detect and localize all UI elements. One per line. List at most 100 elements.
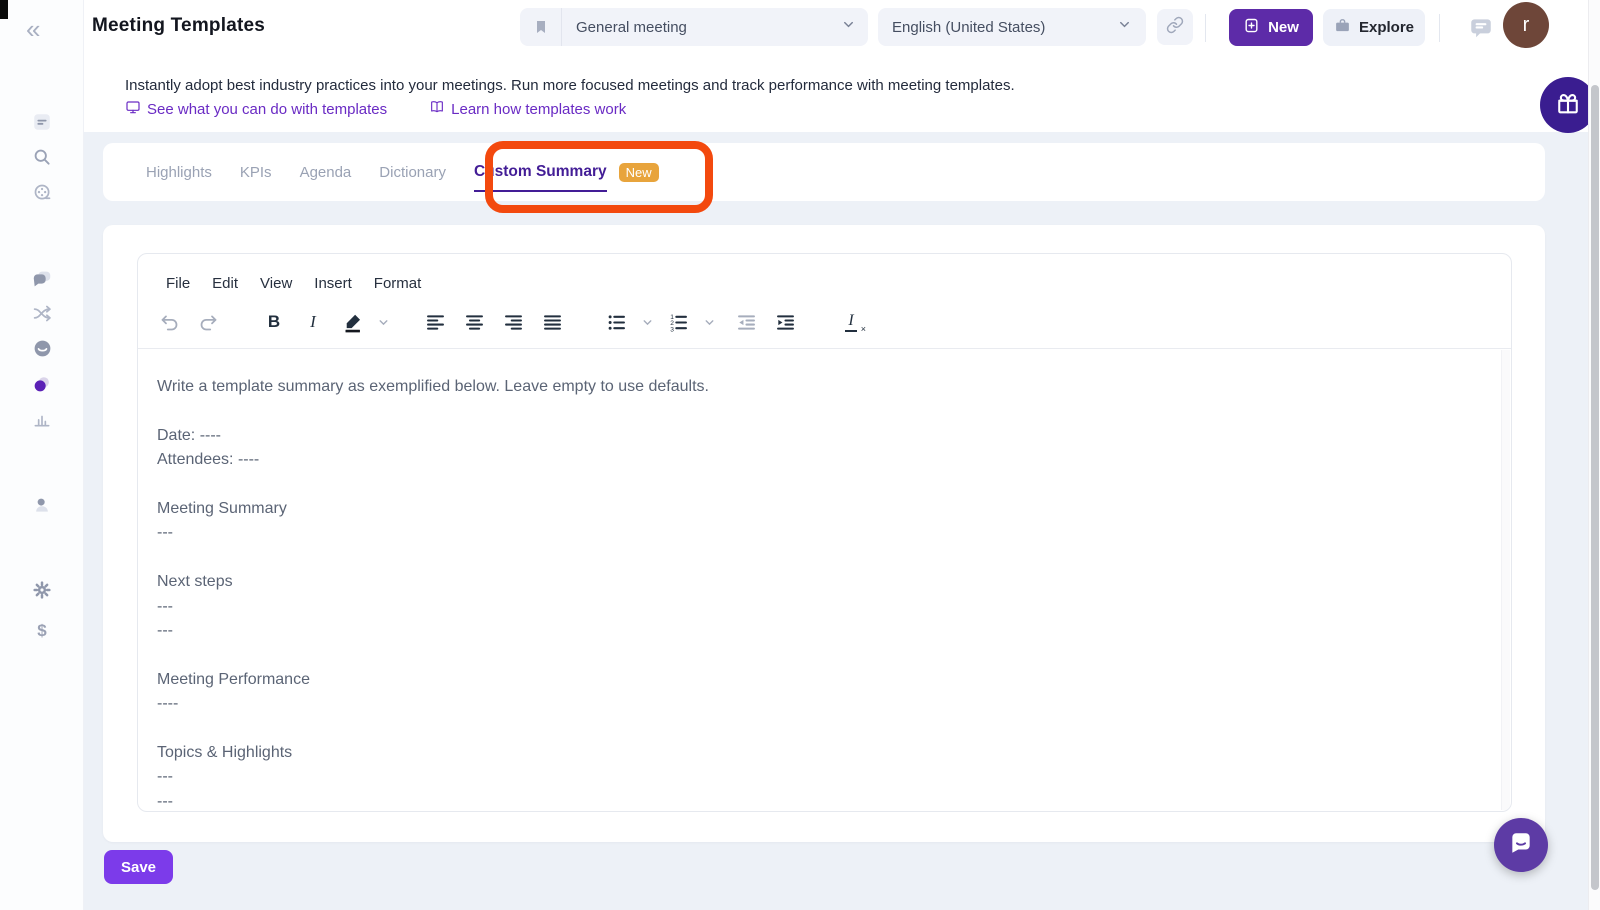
custom-summary-panel: File Edit View Insert Format B I (103, 225, 1545, 842)
menu-view[interactable]: View (249, 271, 303, 296)
numbered-list-menu[interactable] (700, 305, 718, 339)
outdent-button[interactable] (729, 305, 763, 339)
header-divider (1439, 14, 1440, 42)
window-corner (0, 0, 8, 19)
sidebar-item-billing[interactable]: $ (31, 620, 53, 642)
sidebar-item-meetings[interactable] (31, 113, 53, 135)
app-window: « (0, 0, 1600, 910)
user-avatar[interactable]: r (1503, 2, 1549, 48)
bookmark-icon (520, 8, 562, 46)
tab-dictionary[interactable]: Dictionary (379, 164, 446, 181)
save-button[interactable]: Save (104, 850, 173, 884)
sidebar-item-contacts[interactable] (31, 496, 53, 518)
shuffle-icon (32, 303, 53, 329)
header-divider (1205, 14, 1206, 42)
sidebar-item-settings[interactable] (31, 581, 53, 603)
person-icon (32, 495, 52, 520)
support-chat-button[interactable] (1494, 818, 1548, 872)
top-header: Meeting Templates General meeting Englis… (84, 0, 1600, 56)
menu-insert[interactable]: Insert (303, 271, 363, 296)
bullet-list-menu[interactable] (638, 305, 656, 339)
menu-format[interactable]: Format (363, 271, 433, 296)
numbered-list-button[interactable]: 123 (661, 305, 695, 339)
chevron-down-icon (841, 17, 856, 37)
chevron-down-icon (377, 316, 390, 329)
text-color-button[interactable] (335, 305, 369, 339)
link-label: See what you can do with templates (147, 101, 387, 118)
undo-icon (159, 312, 180, 333)
align-center-button[interactable] (457, 305, 491, 339)
sidebar-item-sentiment[interactable] (31, 340, 53, 362)
clear-formatting-icon: I (845, 312, 856, 332)
tab-custom-summary[interactable]: Custom Summary New (474, 163, 659, 182)
editor-line: --- (157, 595, 1491, 619)
collapse-sidebar-icon[interactable]: « (26, 16, 40, 42)
sidebar-item-coaching[interactable] (31, 376, 53, 398)
menu-edit[interactable]: Edit (201, 271, 249, 296)
italic-button[interactable]: I (296, 305, 330, 339)
editor-line: Attendees: ---- (157, 448, 1491, 472)
undo-button[interactable] (152, 305, 186, 339)
briefcase-icon (1334, 17, 1351, 38)
indent-icon (775, 312, 796, 333)
meeting-type-select[interactable]: General meeting (520, 8, 868, 46)
editor-line (157, 546, 1491, 570)
sidebar-item-search[interactable] (31, 148, 53, 170)
sidebar-item-analytics[interactable] (31, 410, 53, 432)
redo-button[interactable] (191, 305, 225, 339)
indent-button[interactable] (768, 305, 802, 339)
explore-button-label: Explore (1359, 19, 1414, 36)
explore-button[interactable]: Explore (1323, 9, 1425, 46)
editor-line: Meeting Performance (157, 668, 1491, 692)
tab-kpis[interactable]: KPIs (240, 164, 272, 181)
sidebar-item-shuffle[interactable] (31, 305, 53, 327)
banner-links: See what you can do with templates Learn… (125, 99, 626, 119)
editor-line: Write a template summary as exemplified … (157, 375, 1491, 399)
bullet-list-icon (606, 312, 627, 333)
film-reel-icon (32, 182, 53, 208)
sidebar-item-conversations[interactable] (31, 270, 53, 292)
editor-scrollbar[interactable] (1501, 350, 1510, 810)
editor-content[interactable]: Write a template summary as exemplified … (138, 349, 1511, 812)
outdent-icon (736, 312, 757, 333)
gift-icon (1554, 89, 1582, 122)
chat-bubbles-icon (31, 268, 53, 295)
search-icon (32, 147, 52, 172)
learn-templates-link[interactable]: Learn how templates work (429, 99, 626, 119)
align-right-icon (503, 312, 524, 333)
italic-icon: I (310, 312, 316, 332)
monitor-icon (125, 99, 141, 119)
editor-toolbar: B I (138, 296, 1511, 348)
copy-link-button[interactable] (1157, 9, 1193, 45)
see-templates-link[interactable]: See what you can do with templates (125, 99, 387, 119)
clear-formatting-button[interactable]: I× (834, 305, 868, 339)
align-left-button[interactable] (418, 305, 452, 339)
sidebar-item-recordings[interactable] (31, 184, 53, 206)
banner-text: Instantly adopt best industry practices … (125, 77, 1015, 94)
new-badge: New (619, 163, 659, 182)
tab-highlights[interactable]: Highlights (146, 164, 212, 181)
avatar-initial: r (1523, 14, 1530, 37)
menu-file[interactable]: File (155, 271, 201, 296)
align-justify-button[interactable] (535, 305, 569, 339)
language-select[interactable]: English (United States) (878, 8, 1146, 46)
tab-agenda[interactable]: Agenda (300, 164, 352, 181)
text-color-menu[interactable] (374, 305, 392, 339)
feedback-button[interactable] (1468, 15, 1494, 41)
bold-button[interactable]: B (257, 305, 291, 339)
new-button[interactable]: New (1229, 9, 1313, 46)
editor-line: Next steps (157, 570, 1491, 594)
bullet-list-button[interactable] (599, 305, 633, 339)
book-icon (429, 99, 445, 119)
sidebar: « (0, 0, 84, 910)
numbered-list-icon: 123 (668, 312, 689, 333)
svg-text:3: 3 (670, 326, 674, 333)
editor-line: --- (157, 765, 1491, 789)
align-center-icon (464, 312, 485, 333)
editor-menubar: File Edit View Insert Format (138, 254, 1511, 296)
new-button-label: New (1268, 19, 1299, 36)
scrollbar-thumb[interactable] (1591, 85, 1599, 890)
comment-icon (1468, 28, 1494, 45)
align-right-button[interactable] (496, 305, 530, 339)
bar-chart-icon (32, 409, 52, 434)
